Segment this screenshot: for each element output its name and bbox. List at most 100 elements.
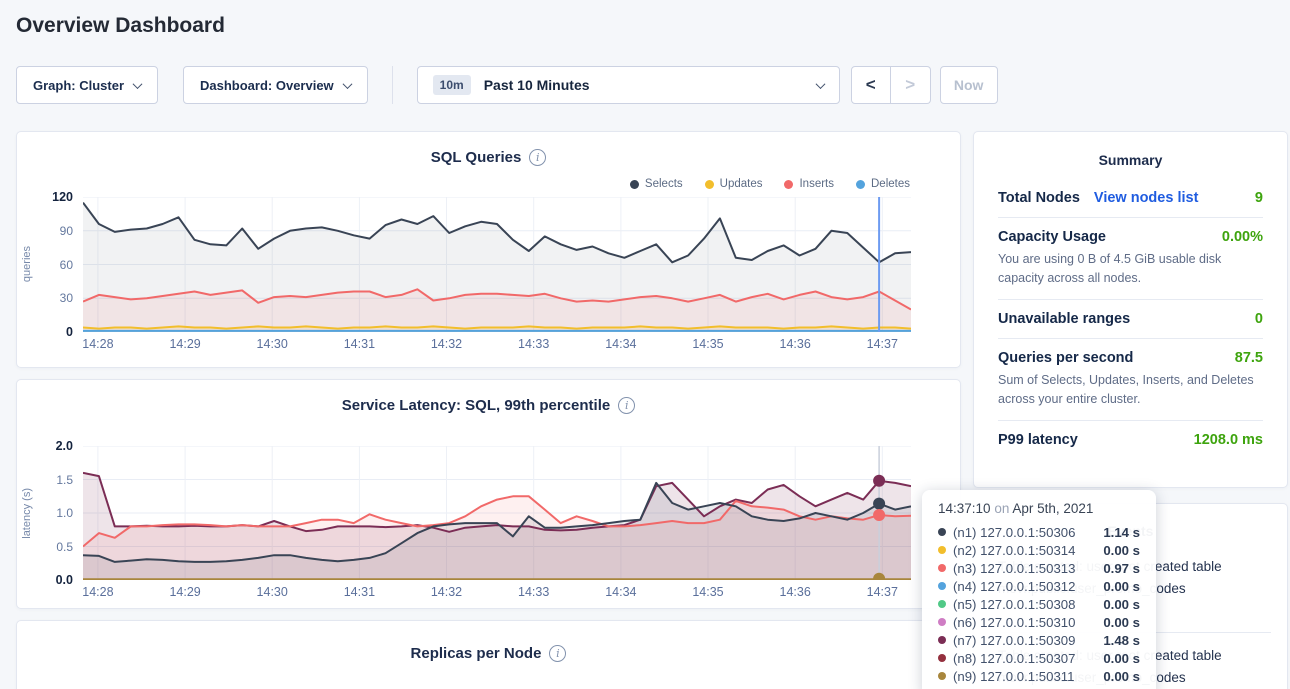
y-axis-label: latency (s) [21, 488, 33, 539]
unavailable-ranges-value: 0 [1255, 311, 1263, 327]
service-latency-plot[interactable] [83, 446, 911, 580]
y-tick: 2.0 [56, 439, 73, 453]
chart-title: SQL Queries [431, 149, 522, 166]
node-label: (n6) 127.0.0.1:50310 [953, 615, 1075, 630]
capacity-usage-description: You are using 0 B of 4.5 GiB usable disk… [998, 250, 1263, 288]
node-label: (n7) 127.0.0.1:50309 [953, 633, 1075, 648]
tooltip-node-row: (n2) 127.0.0.1:50314 0.00 s [938, 541, 1140, 559]
tooltip-connector: on [994, 501, 1009, 516]
total-nodes-row: Total Nodes View nodes list 9 [998, 179, 1263, 217]
node-series-dot-icon [938, 618, 946, 626]
dashboard-controls: Graph: Cluster Dashboard: Overview 10m P… [16, 66, 1274, 104]
tooltip-time: 14:37:10 [938, 501, 991, 516]
x-tick: 14:30 [257, 585, 288, 599]
node-series-dot-icon [938, 636, 946, 644]
node-latency-value: 0.00 s [1103, 597, 1140, 612]
next-range-button[interactable]: > [891, 66, 931, 104]
y-tick: 0 [66, 325, 73, 339]
unavailable-ranges-label: Unavailable ranges [998, 311, 1130, 327]
summary-panel: Summary Total Nodes View nodes list 9 Ca… [973, 131, 1288, 488]
p99-latency-row: P99 latency 1208.0 ms [998, 420, 1263, 459]
tooltip-node-row: (n4) 127.0.0.1:50312 0.00 s [938, 577, 1140, 595]
queries-per-second-description: Sum of Selects, Updates, Inserts, and De… [998, 371, 1263, 409]
p99-latency-label: P99 latency [998, 432, 1078, 448]
x-tick: 14:33 [518, 337, 549, 351]
node-latency-value: 0.00 s [1103, 651, 1140, 666]
graph-selector-dropdown[interactable]: Graph: Cluster [16, 66, 158, 104]
sql-queries-plot[interactable] [83, 197, 911, 332]
deletes-series-dot-icon [856, 180, 865, 189]
prev-range-button[interactable]: < [851, 66, 891, 104]
y-tick: 120 [52, 190, 73, 204]
x-tick: 14:30 [257, 337, 288, 351]
node-label: (n1) 127.0.0.1:50306 [953, 525, 1075, 540]
info-icon[interactable]: i [618, 397, 635, 414]
time-range-selector[interactable]: 10m Past 10 Minutes [417, 66, 840, 104]
chart-legend: Selects Updates Inserts Deletes [630, 178, 910, 190]
node-latency-value: 0.00 s [1103, 669, 1140, 684]
queries-per-second-label: Queries per second [998, 350, 1133, 366]
y-axis-ticks: 2.0 1.5 1.0 0.5 0.0 [37, 446, 83, 580]
latency-hover-tooltip: 14:37:10 on Apr 5th, 2021 (n1) 127.0.0.1… [922, 490, 1156, 689]
x-tick: 14:37 [867, 337, 898, 351]
updates-series-dot-icon [705, 180, 714, 189]
legend-item-selects: Selects [630, 178, 683, 190]
chevron-down-icon [815, 79, 825, 89]
service-latency-header: Service Latency: SQL, 99th percentile i [17, 380, 960, 415]
queries-per-second-value: 87.5 [1235, 350, 1263, 366]
service-latency-chart-card: Service Latency: SQL, 99th percentile i … [16, 379, 961, 609]
legend-item-deletes: Deletes [856, 178, 910, 190]
node-label: (n9) 127.0.0.1:50311 [953, 669, 1074, 684]
queries-per-second-row: Queries per second 87.5 Sum of Selects, … [998, 338, 1263, 420]
view-nodes-list-link[interactable]: View nodes list [1094, 190, 1199, 206]
page-title: Overview Dashboard [16, 14, 1290, 38]
tooltip-node-row: (n8) 127.0.0.1:50307 0.00 s [938, 649, 1140, 667]
total-nodes-value: 9 [1255, 190, 1263, 206]
p99-latency-value: 1208.0 ms [1194, 432, 1263, 448]
y-tick: 1.0 [56, 506, 73, 520]
summary-title: Summary [998, 149, 1263, 171]
x-axis-ticks: 14:28 14:29 14:30 14:31 14:32 14:33 14:3… [83, 332, 911, 354]
info-icon[interactable]: i [549, 645, 566, 662]
node-series-dot-icon [938, 582, 946, 590]
y-tick: 0.0 [56, 573, 73, 587]
legend-label: Deletes [871, 178, 910, 190]
x-tick: 14:31 [344, 337, 375, 351]
chevron-down-icon [133, 79, 143, 89]
node-label: (n3) 127.0.0.1:50313 [953, 561, 1075, 576]
info-icon[interactable]: i [529, 149, 546, 166]
x-tick: 14:33 [518, 585, 549, 599]
node-latency-value: 1.48 s [1103, 633, 1140, 648]
y-axis-label: queries [21, 246, 33, 282]
legend-label: Inserts [799, 178, 834, 190]
node-latency-value: 0.00 s [1103, 579, 1140, 594]
node-latency-value: 0.00 s [1103, 543, 1140, 558]
x-tick: 14:32 [431, 337, 462, 351]
legend-item-updates: Updates [705, 178, 763, 190]
tooltip-node-row: (n1) 127.0.0.1:50306 1.14 s [938, 523, 1140, 541]
y-tick: 60 [60, 258, 73, 272]
dashboard-selector-dropdown[interactable]: Dashboard: Overview [183, 66, 368, 104]
tooltip-date: Apr 5th, 2021 [1012, 501, 1093, 516]
y-tick: 1.5 [56, 473, 73, 487]
dashboard-selector-label: Dashboard: Overview [200, 78, 334, 93]
node-label: (n2) 127.0.0.1:50314 [953, 543, 1075, 558]
node-series-dot-icon [938, 654, 946, 662]
tooltip-node-row: (n5) 127.0.0.1:50308 0.00 s [938, 595, 1140, 613]
x-tick: 14:32 [431, 585, 462, 599]
sql-queries-header: SQL Queries i [17, 132, 960, 167]
tooltip-node-row: (n9) 127.0.0.1:50311 0.00 s [938, 667, 1140, 685]
node-series-dot-icon [938, 564, 946, 572]
now-button[interactable]: Now [940, 66, 998, 104]
node-series-dot-icon [938, 546, 946, 554]
node-label: (n8) 127.0.0.1:50307 [953, 651, 1075, 666]
selects-series-dot-icon [630, 180, 639, 189]
legend-item-inserts: Inserts [784, 178, 834, 190]
capacity-usage-row: Capacity Usage 0.00% You are using 0 B o… [998, 217, 1263, 299]
node-latency-value: 0.00 s [1103, 615, 1140, 630]
x-tick: 14:34 [605, 337, 636, 351]
controls-divider [392, 66, 393, 104]
total-nodes-label: Total Nodes [998, 190, 1080, 206]
node-label: (n4) 127.0.0.1:50312 [953, 579, 1075, 594]
node-series-dot-icon [938, 672, 946, 680]
